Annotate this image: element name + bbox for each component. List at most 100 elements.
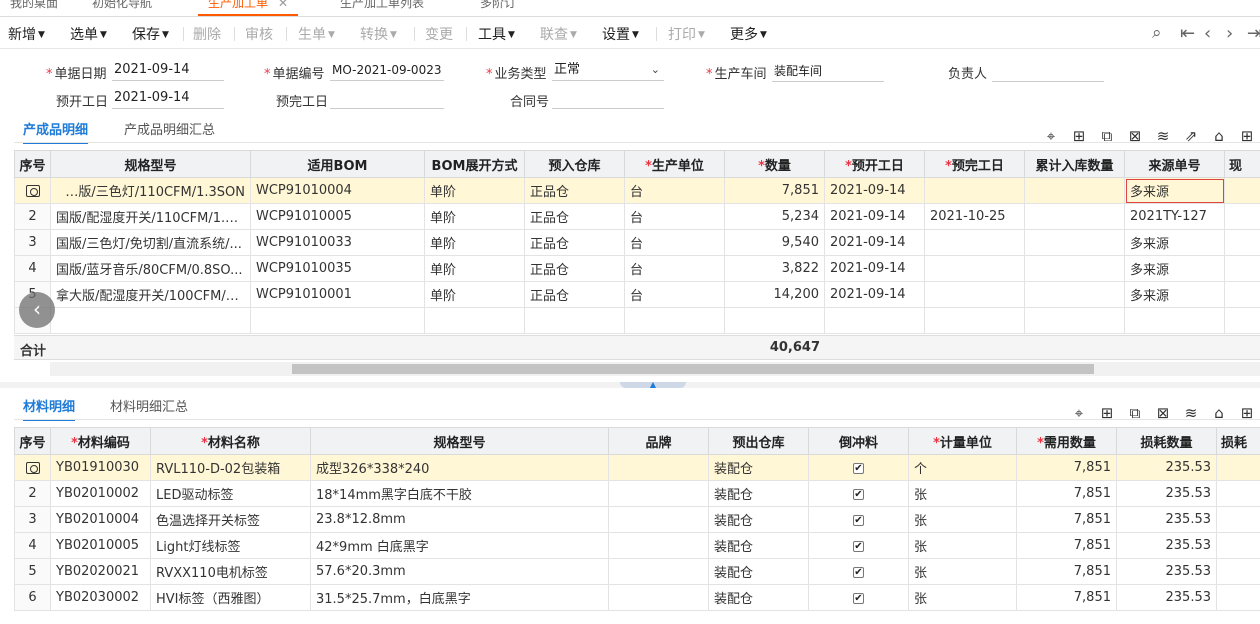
tab-init-nav[interactable]: 初始化导航 bbox=[82, 0, 162, 16]
column-settings-icon[interactable]: ⊞ bbox=[1238, 404, 1256, 422]
cell-brand[interactable] bbox=[608, 506, 709, 533]
table-row[interactable]: YB01910030 RVL110-D-02包装箱 成型326*338*240 … bbox=[14, 454, 1260, 481]
cell-more[interactable] bbox=[1224, 177, 1260, 204]
col-spec[interactable]: 规格型号 bbox=[50, 150, 251, 178]
cell-loss[interactable]: 235.53 bbox=[1116, 532, 1217, 559]
cell-code[interactable]: YB02030002 bbox=[50, 584, 151, 611]
cell-bom[interactable]: WCP91010035 bbox=[250, 255, 425, 282]
cell-unit[interactable]: 个 bbox=[908, 454, 1017, 481]
tab-product-detail[interactable]: 产成品明细 bbox=[23, 119, 89, 144]
col-bom-expand[interactable]: BOM展开方式 bbox=[424, 150, 525, 178]
cell-spec[interactable]: 国版/三色灯/免切割/直流系统/... bbox=[50, 229, 251, 256]
cell-need[interactable]: 7,851 bbox=[1016, 480, 1117, 507]
cell-expand[interactable]: 单阶 bbox=[424, 177, 525, 204]
cell-expand[interactable]: 单阶 bbox=[424, 281, 525, 308]
col-plan-start[interactable]: *预开工日 bbox=[824, 150, 925, 178]
backflush-checkbox[interactable]: ✔ bbox=[853, 593, 864, 604]
table-row[interactable]: 3 国版/三色灯/免切割/直流系统/... WCP91010033 单阶 正品仓… bbox=[14, 229, 1260, 256]
cell-unit[interactable]: 台 bbox=[624, 177, 725, 204]
cell-cum-in[interactable] bbox=[1024, 229, 1125, 256]
row-settings-icon[interactable] bbox=[14, 454, 51, 481]
toolbar-new[interactable]: 新增 ▼ bbox=[8, 24, 45, 44]
cell-name[interactable]: Light灯线标签 bbox=[150, 532, 311, 559]
cell-warehouse[interactable]: 正品仓 bbox=[524, 203, 625, 230]
batch-edit-icon[interactable]: ≋ bbox=[1182, 404, 1200, 422]
col-unit[interactable]: *计量单位 bbox=[908, 427, 1017, 455]
copy-row-icon[interactable]: ⧉ bbox=[1126, 404, 1144, 422]
next-record-icon[interactable]: › bbox=[1226, 23, 1233, 44]
cell-unit[interactable]: 台 bbox=[624, 281, 725, 308]
delete-row-icon[interactable]: ⊠ bbox=[1154, 404, 1172, 422]
cell-more[interactable] bbox=[1216, 480, 1260, 507]
cell-bom[interactable]: WCP91010005 bbox=[250, 203, 425, 230]
cell-loss[interactable]: 235.53 bbox=[1116, 558, 1217, 585]
toolbar-print[interactable]: 打印 ▼ bbox=[668, 24, 705, 44]
toolbar-save[interactable]: 保存 ▼ bbox=[132, 24, 169, 44]
table-row-empty[interactable] bbox=[14, 307, 1260, 334]
last-record-icon[interactable]: ⇥ bbox=[1247, 23, 1260, 44]
cell-unit[interactable]: 台 bbox=[624, 255, 725, 282]
cell-unit[interactable]: 张 bbox=[908, 584, 1017, 611]
cell-qty[interactable]: 14,200 bbox=[724, 281, 825, 308]
backflush-checkbox[interactable]: ✔ bbox=[853, 567, 864, 578]
cell-loss[interactable]: 235.53 bbox=[1116, 506, 1217, 533]
cell-name[interactable]: LED驱动标签 bbox=[150, 480, 311, 507]
cell-warehouse[interactable]: 装配仓 bbox=[708, 506, 809, 533]
cell-warehouse[interactable]: 装配仓 bbox=[708, 532, 809, 559]
cell-code[interactable]: YB02010004 bbox=[50, 506, 151, 533]
toolbar-audit[interactable]: 审核 bbox=[245, 24, 273, 44]
section-splitter[interactable]: ▲ bbox=[0, 381, 1260, 389]
cell-end[interactable]: 2021-10-25 bbox=[924, 203, 1025, 230]
cell-warehouse[interactable]: 装配仓 bbox=[708, 480, 809, 507]
cell-name[interactable]: RVL110-D-02包装箱 bbox=[150, 454, 311, 481]
col-qty[interactable]: *数量 bbox=[724, 150, 825, 178]
add-row-icon[interactable]: ⊞ bbox=[1098, 404, 1116, 422]
col-need-qty[interactable]: *需用数量 bbox=[1016, 427, 1117, 455]
warehouse-icon[interactable]: ⌂ bbox=[1210, 127, 1228, 145]
toolbar-tools[interactable]: 工具 ▼ bbox=[478, 24, 515, 44]
backflush-checkbox[interactable]: ✔ bbox=[853, 541, 864, 552]
close-icon[interactable]: ✕ bbox=[278, 0, 288, 10]
toolbar-convert[interactable]: 转换 ▼ bbox=[360, 24, 397, 44]
cell-warehouse[interactable]: 装配仓 bbox=[708, 558, 809, 585]
cell-bom[interactable]: WCP91010004 bbox=[250, 177, 425, 204]
cell-warehouse[interactable]: 装配仓 bbox=[708, 584, 809, 611]
cell-warehouse[interactable]: 正品仓 bbox=[524, 281, 625, 308]
location-icon[interactable]: ⌖ bbox=[1042, 127, 1060, 145]
cell-more[interactable] bbox=[1216, 454, 1260, 481]
cell-warehouse[interactable]: 正品仓 bbox=[524, 177, 625, 204]
table-row[interactable]: 国版/三色灯/110CFM/1.3SON... WCP91010004 单阶 正… bbox=[14, 177, 1260, 204]
cell-unit[interactable]: 张 bbox=[908, 532, 1017, 559]
collapse-handle[interactable]: ▲ bbox=[620, 381, 686, 389]
cell-need[interactable]: 7,851 bbox=[1016, 558, 1117, 585]
cell-code[interactable]: YB02010002 bbox=[50, 480, 151, 507]
cell-more[interactable] bbox=[1224, 229, 1260, 256]
cell-brand[interactable] bbox=[608, 480, 709, 507]
cell-spec[interactable]: 成型326*338*240 bbox=[310, 454, 609, 481]
table-row[interactable]: 6 YB02030002 HVI标签（西雅图） 31.5*25.7mm，白底黑字… bbox=[14, 584, 1260, 611]
cell-need[interactable]: 7,851 bbox=[1016, 584, 1117, 611]
col-material-code[interactable]: *材料编码 bbox=[50, 427, 151, 455]
backflush-checkbox[interactable]: ✔ bbox=[853, 515, 864, 526]
toolbar-settings[interactable]: 设置 ▼ bbox=[602, 24, 639, 44]
cell-cum-in[interactable] bbox=[1024, 177, 1125, 204]
location-icon[interactable]: ⌖ bbox=[1070, 404, 1088, 422]
cell-source[interactable]: 2021TY-127 bbox=[1124, 203, 1225, 230]
col-source-no[interactable]: 来源单号 bbox=[1124, 150, 1225, 178]
cell-more[interactable] bbox=[1216, 558, 1260, 585]
cell-spec[interactable]: 18*14mm黑字白底不干胶 bbox=[310, 480, 609, 507]
cell-spec[interactable]: 57.6*20.3mm bbox=[310, 558, 609, 585]
batch-edit-icon[interactable]: ≋ bbox=[1154, 127, 1172, 145]
cell-unit[interactable]: 台 bbox=[624, 203, 725, 230]
cell-unit[interactable]: 张 bbox=[908, 558, 1017, 585]
tab-product-summary[interactable]: 产成品明细汇总 bbox=[124, 119, 215, 138]
delete-row-icon[interactable]: ⊠ bbox=[1126, 127, 1144, 145]
cell-brand[interactable] bbox=[608, 584, 709, 611]
col-plan-end[interactable]: *预完工日 bbox=[924, 150, 1025, 178]
cell-source[interactable]: 多来源 bbox=[1124, 177, 1225, 204]
plan-end-field[interactable] bbox=[330, 87, 444, 109]
cell-loss[interactable]: 235.53 bbox=[1116, 454, 1217, 481]
tab-material-detail[interactable]: 材料明细 bbox=[23, 396, 76, 421]
cell-more[interactable] bbox=[1216, 584, 1260, 611]
cell-cum-in[interactable] bbox=[1024, 255, 1125, 282]
